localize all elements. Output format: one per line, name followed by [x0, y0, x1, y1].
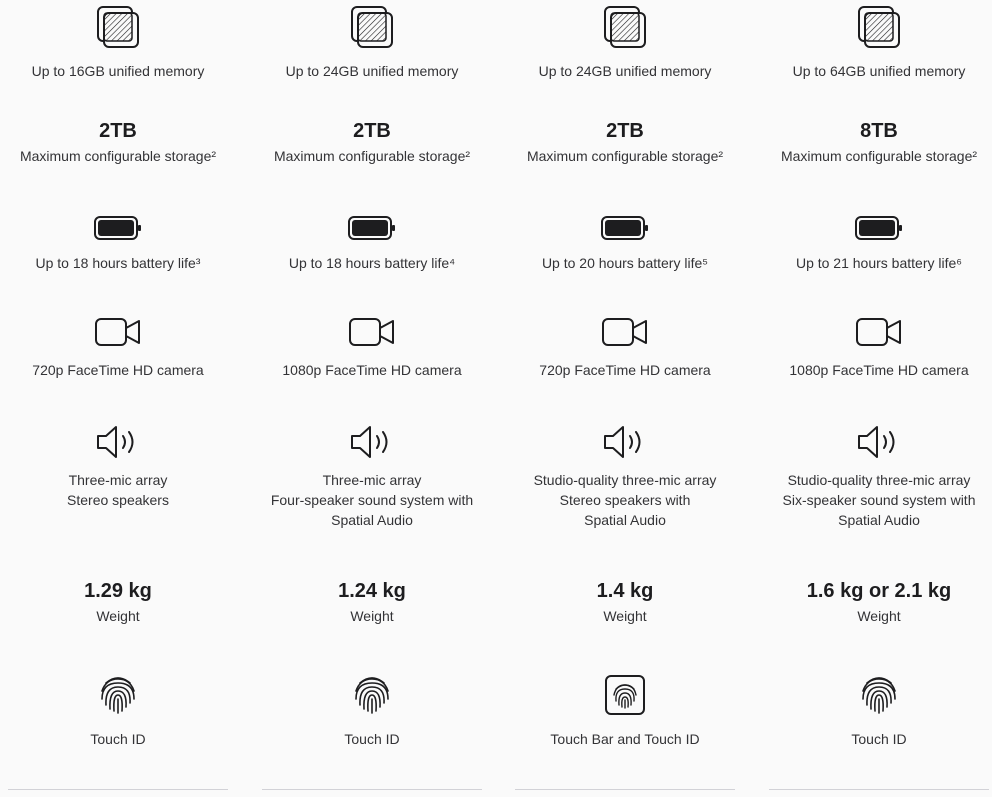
memory-chip-icon [97, 6, 139, 48]
weight-value: 1.29 kg [84, 580, 152, 602]
weight-value: 1.6 kg or 2.1 kg [806, 580, 952, 602]
audio-label: Studio-quality three-mic array Six-speak… [782, 472, 976, 528]
storage-value: 2TB [606, 120, 644, 142]
memory-label: Up to 24GB unified memory [538, 63, 712, 79]
battery-icon [855, 216, 902, 240]
storage-value: 8TB [860, 120, 898, 142]
audio-spec: Three-mic array Stereo speakers [0, 424, 238, 510]
camera-icon [95, 318, 140, 346]
memory-spec: Up to 16GB unified memory [0, 5, 238, 81]
storage-spec: 2TB Maximum configurable storage² [0, 119, 238, 166]
auth-label: Touch ID [851, 731, 907, 747]
battery-label: Up to 18 hours battery life³ [35, 255, 201, 271]
speaker-icon [604, 426, 641, 458]
memory-spec: Up to 24GB unified memory [505, 5, 745, 81]
product-column: Up to 64GB unified memory 8TB Maximum co… [759, 0, 992, 797]
memory-label: Up to 24GB unified memory [285, 63, 459, 79]
audio-spec: Studio-quality three-mic array Stereo sp… [505, 424, 745, 530]
auth-spec: Touch ID [0, 673, 238, 749]
audio-label: Studio-quality three-mic array Stereo sp… [533, 472, 717, 528]
memory-label: Up to 64GB unified memory [792, 63, 966, 79]
auth-spec: Touch Bar and Touch ID [505, 673, 745, 749]
fingerprint-icon [862, 677, 896, 714]
audio-spec: Three-mic array Four-speaker sound syste… [252, 424, 492, 530]
weight-label: Weight [603, 608, 647, 624]
battery-icon [348, 216, 395, 240]
auth-label: Touch ID [344, 731, 400, 747]
weight-value: 1.24 kg [338, 580, 406, 602]
battery-label: Up to 18 hours battery life⁴ [288, 255, 456, 271]
weight-label: Weight [350, 608, 394, 624]
battery-label: Up to 20 hours battery life⁵ [541, 255, 709, 271]
camera-spec: 720p FaceTime HD camera [505, 316, 745, 380]
auth-label: Touch Bar and Touch ID [550, 731, 700, 747]
fingerprint-icon [101, 677, 135, 714]
camera-label: 720p FaceTime HD camera [539, 362, 711, 378]
speaker-icon [858, 426, 895, 458]
weight-spec: 1.6 kg or 2.1 kg Weight [759, 579, 992, 626]
weight-label: Weight [96, 608, 140, 624]
audio-label: Three-mic array Stereo speakers [67, 472, 169, 508]
camera-icon [856, 318, 901, 346]
camera-icon [602, 318, 647, 346]
weight-spec: 1.29 kg Weight [0, 579, 238, 626]
column-divider [769, 789, 989, 790]
memory-chip-icon [351, 6, 393, 48]
comparison-grid: Up to 16GB unified memory 2TB Maximum co… [0, 0, 992, 797]
battery-label: Up to 21 hours battery life⁶ [795, 255, 963, 271]
speaker-icon [351, 426, 388, 458]
memory-chip-icon [604, 6, 646, 48]
battery-spec: Up to 18 hours battery life³ [0, 215, 238, 273]
column-divider [515, 789, 735, 790]
battery-spec: Up to 20 hours battery life⁵ [505, 215, 745, 273]
auth-label: Touch ID [90, 731, 146, 747]
camera-label: 1080p FaceTime HD camera [789, 362, 969, 378]
memory-spec: Up to 24GB unified memory [252, 5, 492, 81]
storage-spec: 2TB Maximum configurable storage² [252, 119, 492, 166]
weight-value: 1.4 kg [596, 580, 654, 602]
memory-label: Up to 16GB unified memory [31, 63, 205, 79]
camera-spec: 1080p FaceTime HD camera [252, 316, 492, 380]
auth-spec: Touch ID [252, 673, 492, 749]
touch-bar-icon [605, 675, 645, 715]
memory-chip-icon [858, 6, 900, 48]
camera-icon [349, 318, 394, 346]
auth-spec: Touch ID [759, 673, 992, 749]
product-column: Up to 16GB unified memory 2TB Maximum co… [0, 0, 238, 797]
memory-spec: Up to 64GB unified memory [759, 5, 992, 81]
battery-spec: Up to 18 hours battery life⁴ [252, 215, 492, 273]
battery-icon [94, 216, 141, 240]
storage-value: 2TB [99, 120, 137, 142]
storage-label: Maximum configurable storage² [19, 148, 217, 164]
audio-label: Three-mic array Four-speaker sound syste… [270, 472, 474, 528]
camera-spec: 1080p FaceTime HD camera [759, 316, 992, 380]
camera-spec: 720p FaceTime HD camera [0, 316, 238, 380]
battery-icon [601, 216, 648, 240]
storage-value: 2TB [353, 120, 391, 142]
storage-label: Maximum configurable storage² [526, 148, 724, 164]
battery-spec: Up to 21 hours battery life⁶ [759, 215, 992, 273]
weight-label: Weight [857, 608, 901, 624]
weight-spec: 1.24 kg Weight [252, 579, 492, 626]
camera-label: 720p FaceTime HD camera [32, 362, 204, 378]
fingerprint-icon [355, 677, 389, 714]
storage-spec: 2TB Maximum configurable storage² [505, 119, 745, 166]
camera-label: 1080p FaceTime HD camera [282, 362, 462, 378]
storage-label: Maximum configurable storage² [273, 148, 471, 164]
column-divider [8, 789, 228, 790]
storage-spec: 8TB Maximum configurable storage² [759, 119, 992, 166]
column-divider [262, 789, 482, 790]
product-column: Up to 24GB unified memory 2TB Maximum co… [505, 0, 745, 797]
storage-label: Maximum configurable storage² [780, 148, 978, 164]
speaker-icon [97, 426, 134, 458]
product-column: Up to 24GB unified memory 2TB Maximum co… [252, 0, 492, 797]
audio-spec: Studio-quality three-mic array Six-speak… [759, 424, 992, 530]
weight-spec: 1.4 kg Weight [505, 579, 745, 626]
